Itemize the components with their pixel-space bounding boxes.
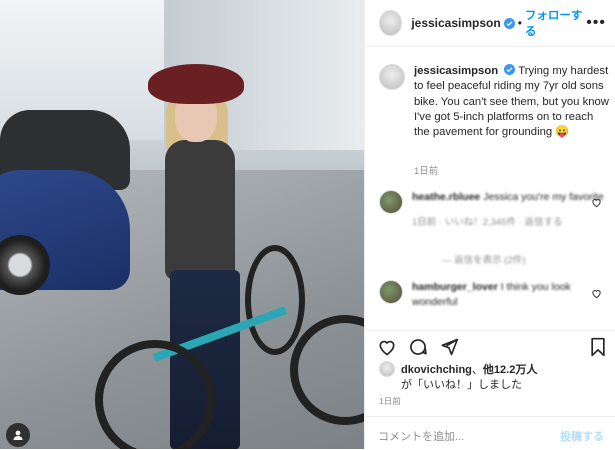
caption-timestamp: 1日前 bbox=[414, 166, 439, 177]
separator-dot: • bbox=[517, 16, 522, 30]
view-replies-link[interactable]: — 返信を表示 (2件) bbox=[442, 252, 525, 266]
commenter-avatar[interactable] bbox=[379, 190, 403, 214]
liker-username[interactable]: dkovichching bbox=[401, 364, 472, 376]
user-icon bbox=[13, 430, 23, 440]
post-photo[interactable] bbox=[0, 0, 364, 449]
photo-hat bbox=[148, 64, 244, 104]
bookmark-icon[interactable] bbox=[588, 337, 608, 357]
instagram-post-window: jessicasimpson • フォローする ••• jessicasimps… bbox=[0, 0, 615, 449]
comment-like-icon[interactable] bbox=[591, 288, 602, 299]
post-timestamp[interactable]: 1日前 bbox=[379, 395, 401, 407]
photo-bike-wheel bbox=[245, 245, 305, 355]
likes-suffix: が「いいね！」しました bbox=[401, 379, 522, 391]
heart-icon[interactable] bbox=[377, 337, 397, 357]
comment-username[interactable]: hamburger_lover bbox=[412, 281, 498, 293]
add-comment-input[interactable]: コメントを追加... bbox=[378, 428, 464, 444]
avatar[interactable] bbox=[379, 10, 403, 36]
comment-item: heathe.rbluee Jessica you're my favorite… bbox=[379, 190, 611, 230]
caption-text-block: jessicasimpson Trying my hardest to feel… bbox=[414, 64, 611, 140]
likes-summary: dkovichching、他12.2万人 bbox=[379, 361, 537, 377]
comment-meta: 1日前 · いいね！2,345件 · 返信する bbox=[412, 217, 563, 228]
likes-count-link[interactable]: 他12.2万人 bbox=[483, 364, 537, 376]
verified-badge-icon bbox=[504, 64, 516, 75]
photo-person-top bbox=[165, 140, 235, 280]
share-icon[interactable] bbox=[439, 337, 459, 357]
avatar[interactable] bbox=[379, 64, 405, 90]
tagged-users-button[interactable] bbox=[6, 423, 30, 447]
comment-text: hamburger_lover I think you look wonderf… bbox=[412, 281, 571, 308]
post-caption: jessicasimpson Trying my hardest to feel… bbox=[379, 64, 611, 140]
liker-avatar[interactable] bbox=[379, 361, 395, 377]
photo-bike-wheel bbox=[95, 340, 215, 449]
follow-button[interactable]: フォローする bbox=[525, 7, 586, 39]
post-header: jessicasimpson • フォローする ••• bbox=[365, 0, 615, 47]
commenter-avatar[interactable] bbox=[379, 280, 403, 304]
comment-text: heathe.rbluee Jessica you're my favorite bbox=[412, 191, 604, 203]
likes-line: dkovichching、他12.2万人 bbox=[401, 364, 538, 376]
comment-item: hamburger_lover I think you look wonderf… bbox=[379, 280, 611, 310]
post-comment-button[interactable]: 投稿する bbox=[560, 428, 604, 444]
comment-like-icon[interactable] bbox=[591, 197, 602, 208]
comment-composer: コメントを追加... 投稿する bbox=[365, 416, 615, 450]
comment-icon[interactable] bbox=[408, 337, 428, 357]
username-link[interactable]: jessicasimpson bbox=[411, 16, 500, 30]
post-side-panel: jessicasimpson • フォローする ••• jessicasimps… bbox=[364, 0, 615, 449]
caption-username[interactable]: jessicasimpson bbox=[414, 65, 498, 77]
comment-username[interactable]: heathe.rbluee bbox=[412, 191, 480, 203]
verified-badge-icon bbox=[503, 17, 515, 29]
more-options-icon[interactable]: ••• bbox=[586, 15, 606, 31]
post-actions-bar bbox=[365, 330, 615, 361]
